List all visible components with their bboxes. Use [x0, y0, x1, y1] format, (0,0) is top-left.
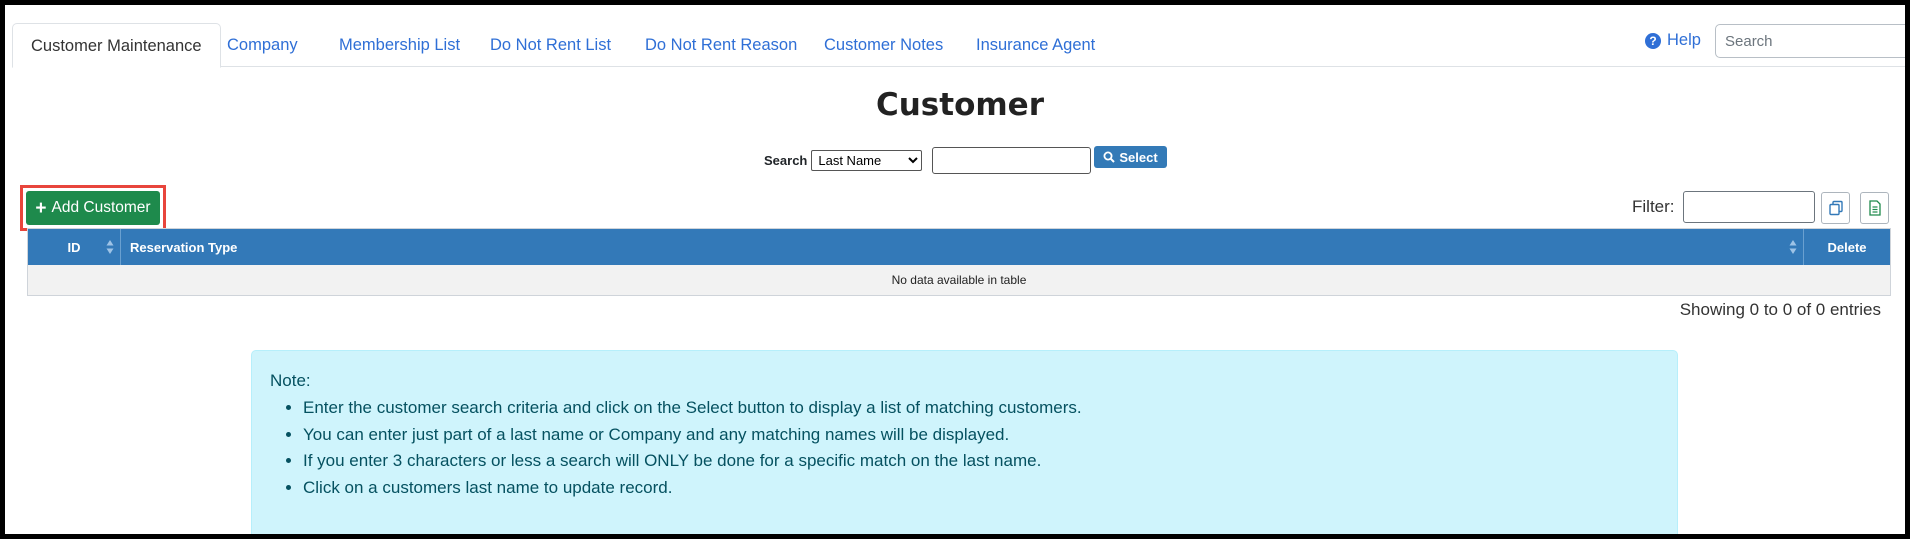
table-info: Showing 0 to 0 of 0 entries [1679, 300, 1881, 319]
help-label: Help [1667, 31, 1701, 49]
export-excel-button[interactable] [1860, 192, 1889, 224]
search-icon [1103, 151, 1116, 163]
note-title: Note: [270, 371, 311, 390]
column-header-id[interactable]: ID [28, 229, 121, 265]
copy-icon [1828, 200, 1843, 216]
question-circle-icon: ? [1645, 32, 1661, 49]
select-button[interactable]: Select [1094, 146, 1167, 168]
customer-search-bar: Search Last Name Select [764, 146, 1167, 174]
column-header-delete: Delete [1804, 229, 1890, 265]
column-delete-label: Delete [1827, 239, 1867, 255]
tab-do-not-rent-reason[interactable]: Do Not Rent Reason [627, 23, 815, 67]
note-item: Enter the customer search criteria and c… [303, 395, 1659, 422]
filter-label: Filter: [1632, 197, 1675, 216]
add-customer-label: Add Customer [51, 199, 151, 216]
customer-search-input[interactable] [932, 146, 1092, 174]
column-reservation-type-label: Reservation Type [130, 239, 238, 255]
global-search-input[interactable] [1715, 24, 1905, 58]
customer-table: ID Reservation Type Delete No data avail… [27, 228, 1891, 296]
note-item: You can enter just part of a last name o… [303, 422, 1659, 449]
note-box: Note: Enter the customer search criteria… [251, 350, 1678, 534]
empty-message: No data available in table [891, 273, 1027, 287]
copy-button[interactable] [1821, 192, 1850, 224]
table-filter: Filter: [1632, 191, 1815, 223]
tab-insurance-agent[interactable]: Insurance Agent [958, 23, 1113, 67]
sort-icon [1789, 240, 1797, 254]
note-item: If you enter 3 characters or less a sear… [303, 448, 1659, 475]
file-spreadsheet-icon [1868, 200, 1881, 216]
filter-input[interactable] [1682, 191, 1815, 223]
help-link[interactable]: ? Help [1645, 31, 1701, 50]
tab-company[interactable]: Company [209, 23, 316, 67]
app-window: Customer Maintenance Company Membership … [0, 0, 1910, 539]
tab-do-not-rent-list[interactable]: Do Not Rent List [472, 23, 629, 67]
tab-membership-list[interactable]: Membership List [321, 23, 478, 67]
tab-bar: Customer Maintenance Company Membership … [12, 18, 1905, 68]
column-header-reservation-type[interactable]: Reservation Type [121, 229, 1804, 265]
page-title: Customer [875, 87, 1044, 123]
add-customer-button[interactable]: + Add Customer [26, 191, 160, 225]
sort-icon [106, 240, 114, 254]
add-customer-highlight: + Add Customer [20, 185, 166, 231]
plus-icon: + [35, 197, 47, 219]
select-button-label: Select [1119, 149, 1158, 165]
search-label: Search [764, 152, 808, 168]
note-item: Click on a customers last name to update… [303, 475, 1659, 502]
table-header: ID Reservation Type Delete [28, 229, 1890, 265]
search-field-select[interactable]: Last Name [811, 149, 923, 171]
tab-customer-notes[interactable]: Customer Notes [806, 23, 961, 67]
table-empty-row: No data available in table [28, 265, 1890, 295]
note-list: Enter the customer search criteria and c… [270, 395, 1659, 501]
column-id-label: ID [67, 239, 81, 255]
tab-customer-maintenance[interactable]: Customer Maintenance [12, 23, 221, 68]
